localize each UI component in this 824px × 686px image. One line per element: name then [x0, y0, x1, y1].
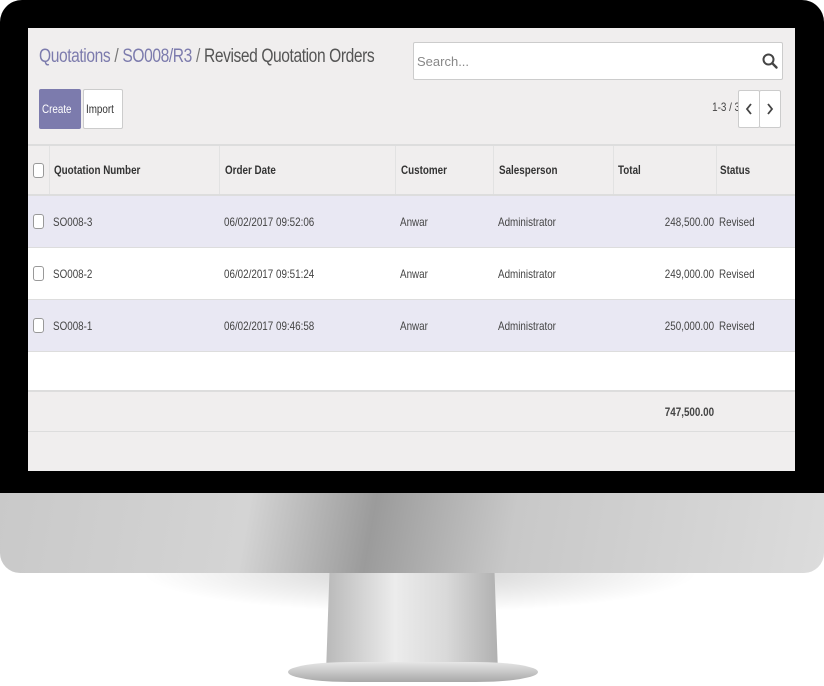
- total: 249,000.00: [664, 266, 714, 281]
- import-button-label: Import: [85, 102, 114, 116]
- column-header-salesperson[interactable]: Salesperson: [493, 146, 613, 194]
- table-row[interactable]: SO008-2 06/02/2017 09:51:24 Anwar Admini…: [28, 248, 795, 300]
- create-button[interactable]: Create: [39, 89, 81, 129]
- empty-row: [28, 352, 795, 392]
- monitor-base: [288, 662, 538, 682]
- row-checkbox[interactable]: [32, 214, 44, 229]
- breadcrumb-link-quotations[interactable]: Quotations: [39, 46, 111, 67]
- customer: Anwar: [400, 266, 428, 281]
- select-all-checkbox[interactable]: [32, 162, 44, 178]
- search-box: [413, 42, 783, 80]
- status: Revised: [719, 214, 755, 229]
- quotation-number: SO008-3: [53, 214, 93, 229]
- order-date: 06/02/2017 09:52:06: [224, 214, 315, 229]
- column-header-total[interactable]: Total: [613, 146, 716, 194]
- column-header-order-date[interactable]: Order Date: [219, 146, 395, 194]
- customer: Anwar: [400, 214, 428, 229]
- footer-total: 747,500.00: [664, 404, 714, 419]
- create-button-label: Create: [41, 102, 72, 116]
- row-select-cell: [28, 300, 48, 351]
- order-date: 06/02/2017 09:46:58: [224, 318, 315, 333]
- order-date: 06/02/2017 09:51:24: [224, 266, 315, 281]
- table-header: Quotation Number Order Date Customer Sal…: [28, 144, 795, 196]
- table-row[interactable]: SO008-1 06/02/2017 09:46:58 Anwar Admini…: [28, 300, 795, 352]
- pager-value[interactable]: 1-3 / 3: [700, 100, 740, 114]
- customer: Anwar: [400, 318, 428, 333]
- table-footer: 747,500.00: [28, 392, 795, 432]
- salesperson: Administrator: [498, 266, 556, 281]
- pager-previous-button[interactable]: [738, 90, 760, 128]
- row-select-cell: [28, 196, 48, 247]
- select-all-cell: [28, 146, 48, 194]
- salesperson: Administrator: [498, 318, 556, 333]
- screen: Quotations / SO008/R3/Revised Quotation Or…: [28, 28, 795, 471]
- status: Revised: [719, 318, 755, 333]
- row-select-cell: [28, 248, 48, 299]
- row-checkbox[interactable]: [32, 266, 44, 281]
- breadcrumb-link-so008-r3[interactable]: SO008/R3: [122, 46, 192, 67]
- row-checkbox[interactable]: [32, 318, 44, 333]
- search-icon[interactable]: [761, 52, 779, 70]
- quotation-number: SO008-2: [53, 266, 93, 281]
- status: Revised: [719, 266, 755, 281]
- import-button[interactable]: Import: [83, 89, 123, 129]
- breadcrumb-separator: /: [195, 46, 200, 67]
- breadcrumb: Quotations / SO008/R3/Revised Quotation Or…: [39, 46, 375, 68]
- column-header-status[interactable]: Status: [716, 146, 795, 194]
- control-panel: Quotations / SO008/R3/Revised Quotation Or…: [28, 28, 795, 144]
- monitor-chin: [0, 493, 824, 573]
- column-header-customer[interactable]: Customer: [395, 146, 493, 194]
- column-header-quotation-number[interactable]: Quotation Number: [49, 146, 219, 194]
- monitor-stand: [326, 573, 498, 673]
- breadcrumb-separator: /: [114, 46, 119, 67]
- total: 248,500.00: [664, 214, 714, 229]
- page-title: Revised Quotation Orders: [203, 46, 375, 67]
- salesperson: Administrator: [498, 214, 556, 229]
- table-row[interactable]: SO008-3 06/02/2017 09:52:06 Anwar Admini…: [28, 196, 795, 248]
- chevron-right-icon: [767, 103, 774, 115]
- search-input[interactable]: [417, 51, 747, 71]
- chevron-left-icon: [745, 103, 752, 115]
- pager-next-button[interactable]: [759, 90, 781, 128]
- total: 250,000.00: [664, 318, 714, 333]
- quotation-number: SO008-1: [53, 318, 93, 333]
